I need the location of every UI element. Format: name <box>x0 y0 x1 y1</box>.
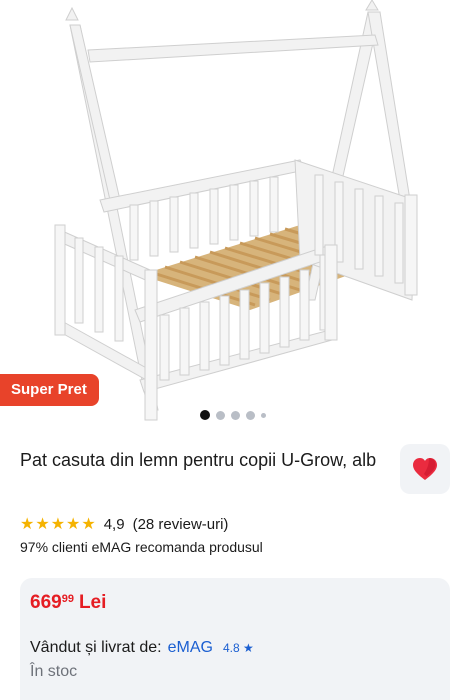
star-icon: ★ <box>50 516 66 533</box>
product-image <box>54 0 418 421</box>
seller-score: 4.8 ★ <box>223 641 254 655</box>
price-cents: 99 <box>61 593 74 605</box>
price: 669 99 Lei <box>30 592 106 614</box>
seller-row: Vândut și livrat de: eMAG 4.8 ★ <box>30 639 254 657</box>
carousel-dot[interactable] <box>246 410 255 420</box>
carousel-dot-active[interactable] <box>200 410 210 420</box>
price-main: 669 <box>30 592 62 613</box>
seller-link[interactable]: eMAG <box>168 639 213 657</box>
product-image-gallery[interactable]: Super Pret <box>0 0 470 430</box>
carousel-dots[interactable] <box>200 410 266 420</box>
stock-status: În stoc <box>30 663 78 680</box>
product-title: Pat casuta din lemn pentru copii U-Grow,… <box>20 450 377 470</box>
carousel-dot[interactable] <box>261 412 266 418</box>
star-icon: ★ <box>81 516 96 533</box>
recommend-text: 97% clienti eMAG recomanda produsul <box>20 539 263 555</box>
carousel-dot[interactable] <box>216 410 225 420</box>
rating-value: 4,9 <box>103 515 125 533</box>
star-icon: ★ <box>20 516 35 533</box>
rating-stars: ★ ★ ★ ★ ★ <box>20 514 96 534</box>
star-icon: ★ <box>66 516 81 533</box>
favorite-button[interactable] <box>400 444 450 494</box>
seller-score-value: 4.8 <box>222 641 240 655</box>
heart-icon <box>413 458 437 480</box>
review-count[interactable]: (28 review-uri) <box>133 516 229 533</box>
offer-card: 669 99 Lei Vândut și livrat de: eMAG 4.8… <box>20 578 450 700</box>
product-page: Super Pret Pat casuta din lemn pentru co… <box>0 0 470 700</box>
carousel-dot[interactable] <box>231 410 240 420</box>
star-icon: ★ <box>35 516 50 533</box>
star-icon: ★ <box>243 641 254 655</box>
super-pret-badge: Super Pret <box>0 374 99 406</box>
price-currency: Lei <box>78 592 107 613</box>
rating-row[interactable]: ★ ★ ★ ★ ★ 4,9 (28 review-uri) <box>20 513 228 535</box>
sold-by-label: Vândut și livrat de: <box>30 639 162 656</box>
